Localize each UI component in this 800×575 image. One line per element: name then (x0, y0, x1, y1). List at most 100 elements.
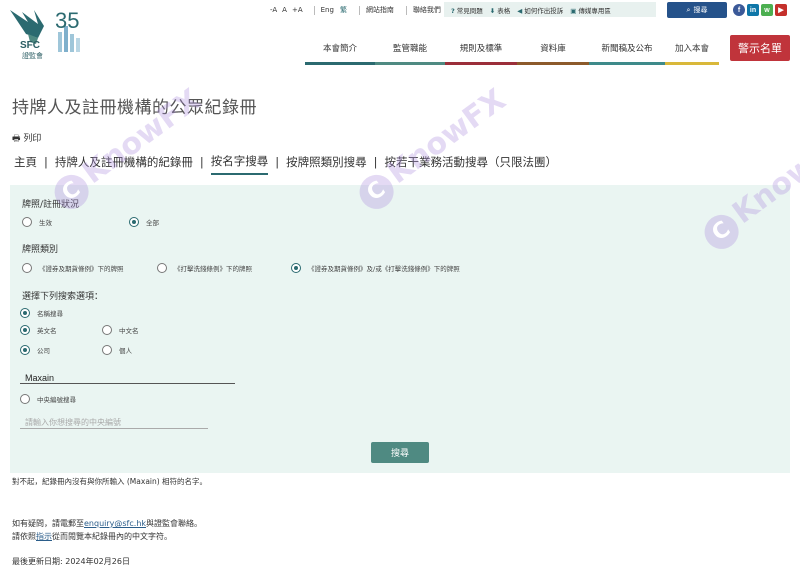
divider (313, 5, 315, 15)
nav-careers[interactable]: 加入本會 (665, 40, 719, 65)
ce-number-input[interactable] (20, 417, 208, 429)
tab-search-by-activity[interactable]: 按若干業務活動搜尋（只限法團） (385, 154, 558, 174)
radio-button-selected[interactable] (20, 308, 30, 318)
quick-link-complaint[interactable]: ◀ 如何作出投訴 (517, 5, 563, 15)
tab-register[interactable]: 持牌人及註冊機構的紀錄冊 (55, 154, 193, 174)
chinese-name-label: 中文名 (119, 327, 139, 335)
individual-option[interactable]: 個人 (102, 345, 132, 355)
nav-news[interactable]: 新聞稿及公布 (589, 40, 665, 65)
logo-subtext: 證監會 (22, 52, 43, 60)
english-name-option[interactable]: 英文名 (20, 325, 57, 335)
site-search-button[interactable]: ⌕ 搜尋 (667, 2, 727, 18)
chinese-name-option[interactable]: 中文名 (102, 325, 139, 335)
status-option-label: 全部 (146, 219, 159, 227)
question-icon: ? (451, 6, 455, 15)
youtube-icon[interactable]: ▶ (775, 4, 787, 16)
quick-links: ? 常見問題 ⬇ 表格 ◀ 如何作出投訴 ▣ 傳媒專用區 (444, 2, 656, 17)
no-result-message: 對不起，紀錄冊內沒有與你所輸入 (Maxain) 相符的名字。 (12, 477, 208, 486)
social-links: f in w ▶ (733, 4, 789, 16)
logo-text: SFC (20, 40, 40, 51)
enquiry-email-link[interactable]: enquiry@sfc.hk (84, 519, 146, 528)
linkedin-icon[interactable]: in (747, 4, 759, 16)
radio-button[interactable] (157, 263, 167, 273)
contact-prefix: 如有疑問，請電郵至 (12, 519, 84, 528)
font-size-decrease[interactable]: -A (270, 6, 277, 14)
ce-search-label: 中央編號搜尋 (37, 396, 76, 404)
license-option-amlo[interactable]: 《打擊洗錢條例》下的牌照 (157, 263, 252, 273)
tab-separator: | (373, 155, 378, 169)
contact-us-link[interactable]: 聯絡我們 (413, 5, 441, 15)
name-search-label: 名稱搜尋 (37, 310, 63, 318)
radio-button[interactable] (22, 217, 32, 227)
submit-search-button[interactable]: 搜尋 (371, 442, 429, 463)
instructions-link[interactable]: 指示 (36, 532, 52, 541)
nav-about[interactable]: 本會簡介 (305, 40, 375, 65)
facebook-icon[interactable]: f (733, 4, 745, 16)
alert-list-button[interactable]: 警示名單 (730, 35, 790, 61)
guide-suffix: 從而閱覽本紀錄冊內的中文字符。 (52, 532, 172, 541)
tab-separator: | (275, 155, 280, 169)
breadcrumb-tabs: 主頁 | 持牌人及註冊機構的紀錄冊 | 按名字搜尋 | 按牌照類別搜尋 | 按若… (14, 153, 557, 175)
tab-home[interactable]: 主頁 (14, 154, 37, 174)
status-option-label: 生效 (39, 219, 52, 227)
tab-search-by-name[interactable]: 按名字搜尋 (210, 153, 269, 175)
nav-regulatory[interactable]: 監管職能 (375, 40, 445, 65)
company-option[interactable]: 公司 (20, 345, 50, 355)
nav-database[interactable]: 資料庫 (517, 40, 589, 65)
license-option-label: 《證券及期貨條例》及/或《打擊洗錢條例》下的牌照 (308, 265, 460, 273)
search-icon: ⌕ (686, 5, 691, 14)
radio-button-selected[interactable] (20, 325, 30, 335)
contact-suffix: 與證監會聯絡。 (146, 519, 203, 528)
wechat-icon[interactable]: w (761, 4, 773, 16)
image-icon: ▣ (570, 6, 577, 15)
name-input[interactable] (20, 372, 235, 384)
utility-bar: -A A +A Eng 繁 網站指南 聯絡我們 (270, 3, 447, 17)
page-title: 持牌人及註冊機構的公眾紀錄冊 (12, 98, 257, 118)
printer-icon: 🖶 (12, 134, 21, 144)
guide-text: 請依照指示從而閱覽本紀錄冊內的中文字符。 (12, 531, 172, 542)
radio-button-selected[interactable] (129, 217, 139, 227)
license-type-label: 牌照類別 (22, 245, 59, 255)
ce-search-option[interactable]: 中央編號搜尋 (20, 394, 76, 404)
site-guide-link[interactable]: 網站指南 (366, 5, 394, 15)
radio-button-selected[interactable] (291, 263, 301, 273)
print-link[interactable]: 🖶 列印 (12, 131, 41, 147)
license-option-sfo[interactable]: 《證券及期貨條例》下的牌照 (22, 263, 124, 273)
search-options-label: 選擇下列搜索選項： (22, 292, 104, 302)
print-label: 列印 (23, 134, 42, 144)
anniversary-number: 35 (55, 8, 80, 33)
radio-button[interactable] (20, 394, 30, 404)
radio-button[interactable] (102, 325, 112, 335)
megaphone-icon: ◀ (517, 6, 523, 15)
language-english[interactable]: Eng (321, 6, 334, 14)
download-icon: ⬇ (489, 6, 496, 15)
quick-link-media[interactable]: ▣ 傳媒專用區 (570, 5, 611, 15)
language-simplified[interactable]: 繁 (340, 5, 347, 15)
company-label: 公司 (37, 347, 50, 355)
radio-button[interactable] (102, 345, 112, 355)
quick-link-faq[interactable]: ? 常見問題 (451, 5, 483, 15)
quick-link-forms[interactable]: ⬇ 表格 (490, 5, 510, 15)
license-option-both[interactable]: 《證券及期貨條例》及/或《打擊洗錢條例》下的牌照 (291, 263, 460, 273)
divider (358, 5, 360, 15)
nav-rules[interactable]: 規則及標準 (445, 40, 517, 65)
tab-separator: | (199, 155, 204, 169)
font-size-increase[interactable]: +A (292, 6, 303, 14)
license-option-label: 《證券及期貨條例》下的牌照 (39, 265, 124, 273)
last-updated: 最後更新日期: 2024年02月26日 (12, 557, 130, 566)
english-name-label: 英文名 (37, 327, 57, 335)
individual-label: 個人 (119, 347, 132, 355)
main-navigation: 本會簡介 監管職能 規則及標準 資料庫 新聞稿及公布 加入本會 (305, 40, 719, 65)
search-button-label: 搜尋 (693, 6, 708, 14)
status-option-all[interactable]: 全部 (129, 217, 159, 227)
radio-button[interactable] (22, 263, 32, 273)
divider (405, 5, 407, 15)
status-label: 牌照/註冊狀況 (22, 200, 80, 210)
name-search-option[interactable]: 名稱搜尋 (20, 308, 63, 318)
contact-text: 如有疑問，請電郵至enquiry@sfc.hk與證監會聯絡。 (12, 518, 202, 529)
radio-button-selected[interactable] (20, 345, 30, 355)
tab-search-by-licence[interactable]: 按牌照類別搜尋 (286, 154, 367, 174)
status-option-active[interactable]: 生效 (22, 217, 52, 227)
guide-prefix: 請依照 (12, 532, 36, 541)
font-size-normal[interactable]: A (282, 6, 287, 14)
